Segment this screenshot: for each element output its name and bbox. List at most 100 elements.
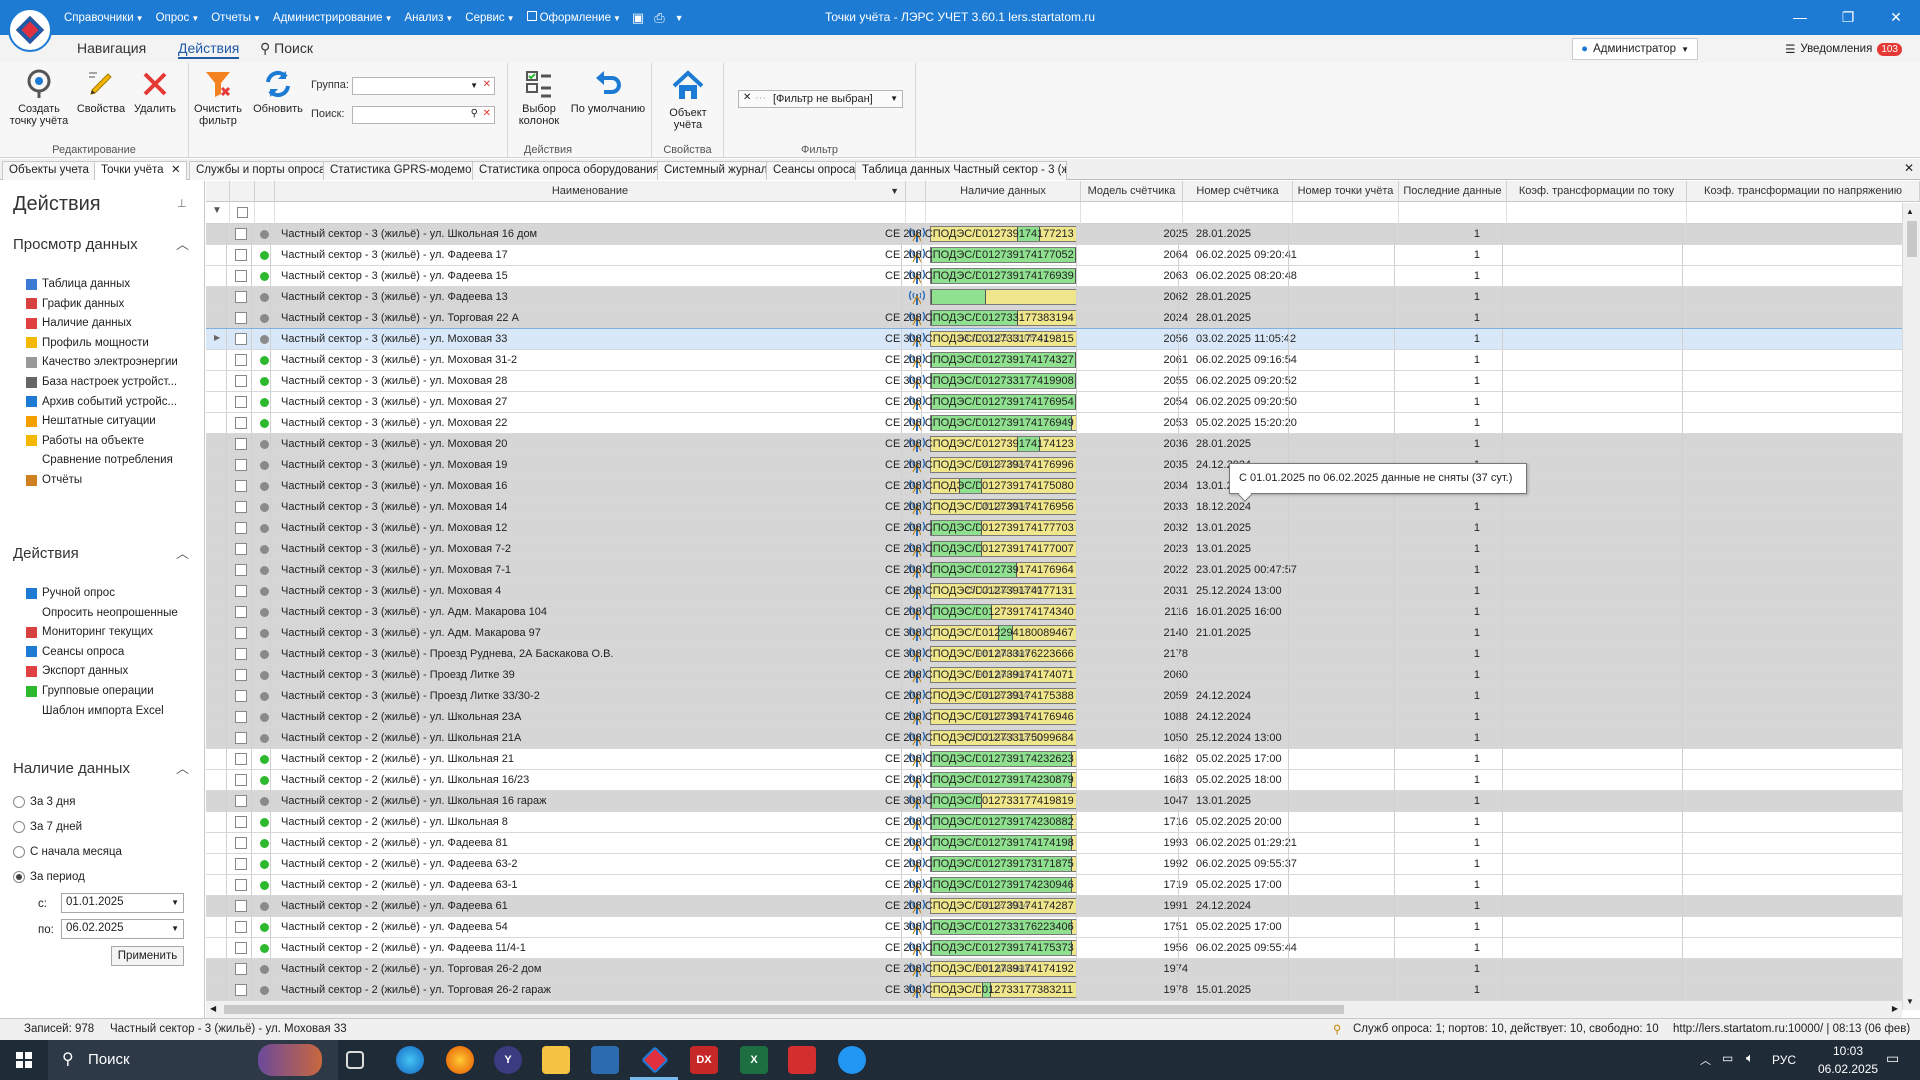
date-from-field[interactable]: 01.01.2025 ▼ xyxy=(61,893,184,913)
row-checkbox[interactable] xyxy=(235,627,247,639)
row-checkbox[interactable] xyxy=(235,711,247,723)
view-item[interactable]: Качество электроэнергии xyxy=(26,356,178,368)
view-item[interactable]: Нештатные ситуации xyxy=(26,415,156,427)
table-row[interactable]: Частный сектор - 3 (жильё) - ул. Моховая… xyxy=(206,350,1902,371)
col-point[interactable]: Номер точки учёта xyxy=(1293,181,1399,202)
row-checkbox[interactable] xyxy=(235,648,247,660)
menu-appearance[interactable]: Оформление ▼ xyxy=(522,11,626,24)
clock-date[interactable]: 06.02.2025 xyxy=(1818,1062,1878,1076)
col-k-current[interactable]: Коэф. трансформации по току xyxy=(1507,181,1687,202)
row-checkbox[interactable] xyxy=(235,543,247,555)
table-row[interactable]: Частный сектор - 3 (жильё) - ул. Моховая… xyxy=(206,560,1902,581)
radio-month[interactable]: С начала месяца xyxy=(13,846,122,858)
notifications-button[interactable]: ☰ Уведомления 103 xyxy=(1781,38,1906,60)
doctab-sessions[interactable]: Сеансы опроса xyxy=(766,161,863,180)
table-row[interactable]: Частный сектор - 2 (жильё) - ул. Школьна… xyxy=(206,812,1902,833)
table-row[interactable]: Частный сектор - 3 (жильё) - ул. Моховая… xyxy=(206,476,1902,497)
file-explorer-icon[interactable] xyxy=(542,1046,570,1074)
search-input[interactable]: ⚲ ✕ xyxy=(352,106,495,124)
vertical-scrollbar[interactable]: ▲ ▼ xyxy=(1902,203,1920,1010)
user-menu[interactable]: ● Администратор ▼ xyxy=(1572,38,1698,60)
col-name[interactable]: Наименование ▼ xyxy=(275,181,906,202)
table-row[interactable]: Частный сектор - 2 (жильё) - ул. Фадеева… xyxy=(206,875,1902,896)
table-row[interactable]: Частный сектор - 3 (жильё) - Проезд Литк… xyxy=(206,686,1902,707)
clear-filter-button[interactable]: Очистить фильтр xyxy=(193,68,243,127)
table-row[interactable]: Частный сектор - 3 (жильё) - ул. Моховая… xyxy=(206,455,1902,476)
delete-button[interactable]: Удалить xyxy=(130,68,180,115)
row-checkbox[interactable] xyxy=(235,837,247,849)
row-checkbox[interactable] xyxy=(235,249,247,261)
table-row[interactable]: ▶ Частный сектор - 3 (жильё) - ул. Мохова… xyxy=(206,328,1903,351)
taskbar-search[interactable]: ⚲ Поиск xyxy=(48,1040,338,1080)
row-checkbox[interactable] xyxy=(235,333,247,345)
section-availability[interactable]: Наличие данных ︿ xyxy=(13,760,189,777)
row-checkbox[interactable] xyxy=(235,228,247,240)
volume-icon[interactable]: 🔈︎ xyxy=(1746,1050,1754,1066)
table-row[interactable]: Частный сектор - 2 (жильё) - ул. Школьна… xyxy=(206,728,1902,749)
clock-time[interactable]: 10:03 xyxy=(1833,1044,1863,1058)
refresh-button[interactable]: Обновить xyxy=(248,68,308,115)
close-tab-icon[interactable]: ✕ xyxy=(171,162,181,179)
table-row[interactable]: Частный сектор - 3 (жильё) - ул. Торгова… xyxy=(206,308,1902,329)
row-checkbox[interactable] xyxy=(235,669,247,681)
dx-icon[interactable]: DX xyxy=(690,1046,718,1074)
row-checkbox[interactable] xyxy=(235,606,247,618)
store-icon[interactable] xyxy=(591,1046,619,1074)
table-row[interactable]: Частный сектор - 3 (жильё) - Проезд Рудн… xyxy=(206,644,1902,665)
choose-columns-button[interactable]: Выбор колонок xyxy=(516,68,562,127)
close-window-button[interactable]: ✕ xyxy=(1872,0,1920,35)
row-checkbox[interactable] xyxy=(235,522,247,534)
col-meter[interactable]: Номер счётчика xyxy=(1183,181,1293,202)
close-all-icon[interactable]: ✕ xyxy=(1904,161,1914,175)
row-checkbox[interactable] xyxy=(235,984,247,996)
table-row[interactable]: Частный сектор - 2 (жильё) - ул. Фадеева… xyxy=(206,833,1902,854)
doctab-objects[interactable]: Объекты учета xyxy=(2,161,96,180)
table-row[interactable]: Частный сектор - 3 (жильё) - ул. Адм. Ма… xyxy=(206,602,1902,623)
table-row[interactable]: Частный сектор - 3 (жильё) - ул. Моховая… xyxy=(206,392,1902,413)
row-checkbox[interactable] xyxy=(235,795,247,807)
row-checkbox[interactable] xyxy=(235,417,247,429)
windows-start-icon[interactable] xyxy=(16,1052,32,1068)
notification-center-icon[interactable]: ▭ xyxy=(1886,1050,1899,1067)
doctab-gprs[interactable]: Статистика GPRS-модемов xyxy=(323,161,485,180)
select-all-checkbox[interactable] xyxy=(237,207,248,218)
table-row[interactable]: Частный сектор - 2 (жильё) - ул. Фадеева… xyxy=(206,938,1902,959)
table-row[interactable]: Частный сектор - 2 (жильё) - ул. Фадеева… xyxy=(206,896,1902,917)
row-checkbox[interactable] xyxy=(235,459,247,471)
row-checkbox[interactable] xyxy=(235,753,247,765)
table-row[interactable]: Частный сектор - 2 (жильё) - ул. Школьна… xyxy=(206,707,1902,728)
task-view-icon[interactable] xyxy=(346,1051,364,1069)
horizontal-scrollbar[interactable]: ◀ ▶ xyxy=(206,1000,1902,1018)
apply-button[interactable]: Применить xyxy=(111,946,184,966)
save-icon[interactable]: ▣ xyxy=(628,10,648,26)
action-item[interactable]: Групповые операции xyxy=(26,685,154,697)
group-combo[interactable]: ▼ ✕ xyxy=(352,77,495,95)
view-item[interactable]: Профиль мощности xyxy=(26,337,149,349)
app-icon[interactable] xyxy=(838,1046,866,1074)
filter-icon[interactable]: ▼ xyxy=(212,205,222,216)
row-checkbox[interactable] xyxy=(235,879,247,891)
row-checkbox[interactable] xyxy=(235,921,247,933)
tab-navigation[interactable]: Навигация xyxy=(77,40,146,56)
restore-button[interactable]: ❐ xyxy=(1824,0,1872,35)
view-item[interactable]: Сравнение потребления xyxy=(26,454,173,466)
table-row[interactable]: Частный сектор - 3 (жильё) - ул. Моховая… xyxy=(206,539,1902,560)
action-item[interactable]: Мониторинг текущих xyxy=(26,626,153,638)
view-item[interactable]: График данных xyxy=(26,298,124,310)
table-row[interactable]: Частный сектор - 3 (жильё) - ул. Адм. Ма… xyxy=(206,623,1902,644)
row-checkbox[interactable] xyxy=(235,291,247,303)
date-to-field[interactable]: 06.02.2025 ▼ xyxy=(61,919,184,939)
row-checkbox[interactable] xyxy=(235,354,247,366)
firefox-icon[interactable] xyxy=(446,1046,474,1074)
table-row[interactable]: Частный сектор - 2 (жильё) - ул. Школьна… xyxy=(206,749,1902,770)
col-availability[interactable]: Наличие данных xyxy=(926,181,1081,202)
col-k-voltage[interactable]: Коэф. трансформации по напряжению xyxy=(1687,181,1920,202)
menu-polling[interactable]: Опрос ▼ xyxy=(151,12,205,24)
row-checkbox[interactable] xyxy=(235,501,247,513)
radio-period[interactable]: За период xyxy=(13,871,85,883)
row-checkbox[interactable] xyxy=(235,585,247,597)
customize-quickaccess-icon[interactable]: ▼ xyxy=(671,13,688,23)
app-logo[interactable] xyxy=(8,8,52,52)
row-checkbox[interactable] xyxy=(235,732,247,744)
table-row[interactable]: Частный сектор - 3 (жильё) - ул. Моховая… xyxy=(206,434,1902,455)
